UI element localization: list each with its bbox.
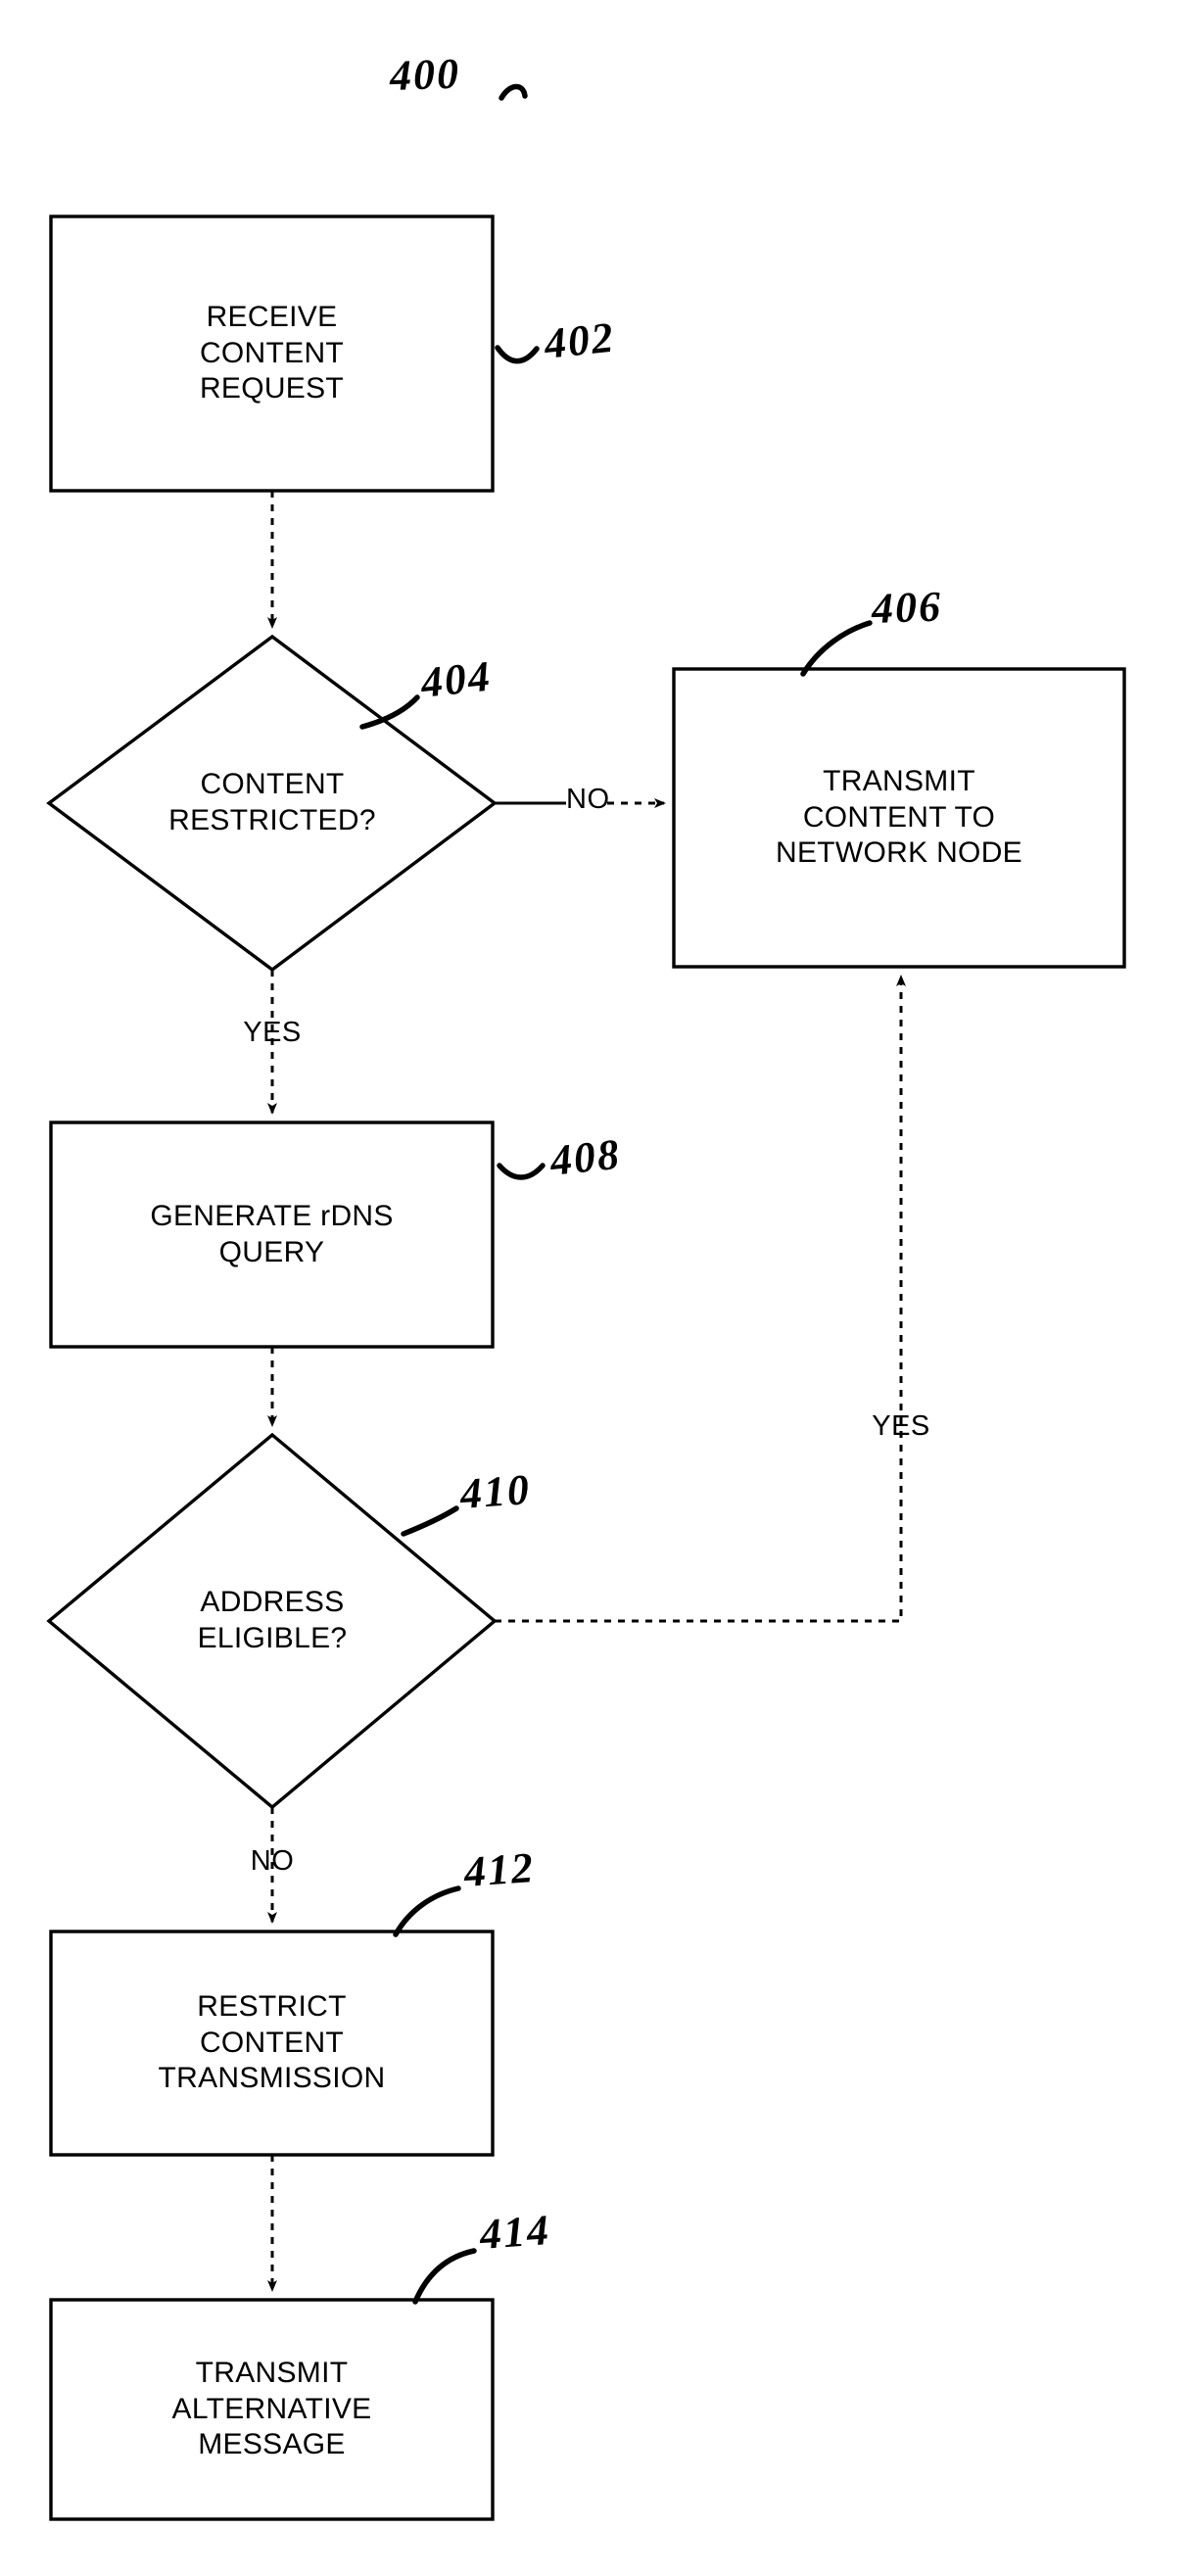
box-414 <box>49 2298 495 2521</box>
figure-ref-400: 400 <box>389 49 461 100</box>
diamond-410 <box>46 1432 498 1810</box>
box-412 <box>49 1930 495 2157</box>
ref-number-402: 402 <box>542 312 618 368</box>
leader-410 <box>401 1505 459 1537</box>
leader-408 <box>497 1163 546 1180</box>
box-402 <box>49 215 495 493</box>
reference-leader-lines <box>359 83 873 2305</box>
ref-number-406: 406 <box>871 582 943 633</box>
leader-412 <box>393 1885 461 1937</box>
box-406 <box>672 667 1126 969</box>
flowchart-canvas <box>46 83 1126 2521</box>
ref-number-408: 408 <box>547 1129 624 1185</box>
connectors-solid <box>495 798 906 1623</box>
patent-figure-400: 400 RECEIVE CONTENT REQUEST 402 CONTENT … <box>0 0 1187 2576</box>
ref-number-404: 404 <box>418 651 495 707</box>
node-shapes <box>46 215 1126 2521</box>
edge-label-yes-from-410: YES <box>872 1410 930 1442</box>
ref-number-410: 410 <box>458 1465 533 1518</box>
leader-402 <box>495 345 540 364</box>
leader-414 <box>412 2248 477 2305</box>
box-408 <box>49 1121 495 1349</box>
leader-406 <box>800 620 873 677</box>
ref-number-414: 414 <box>478 2206 552 2259</box>
edge-label-no-from-410: NO <box>250 1845 295 1877</box>
edge-410-yes-to-406 <box>495 975 906 1623</box>
edge-label-no-from-404: NO <box>566 784 610 815</box>
edge-label-yes-from-404: YES <box>243 1017 302 1048</box>
ref-number-412: 412 <box>462 1843 537 1896</box>
leader-400 <box>499 83 528 101</box>
